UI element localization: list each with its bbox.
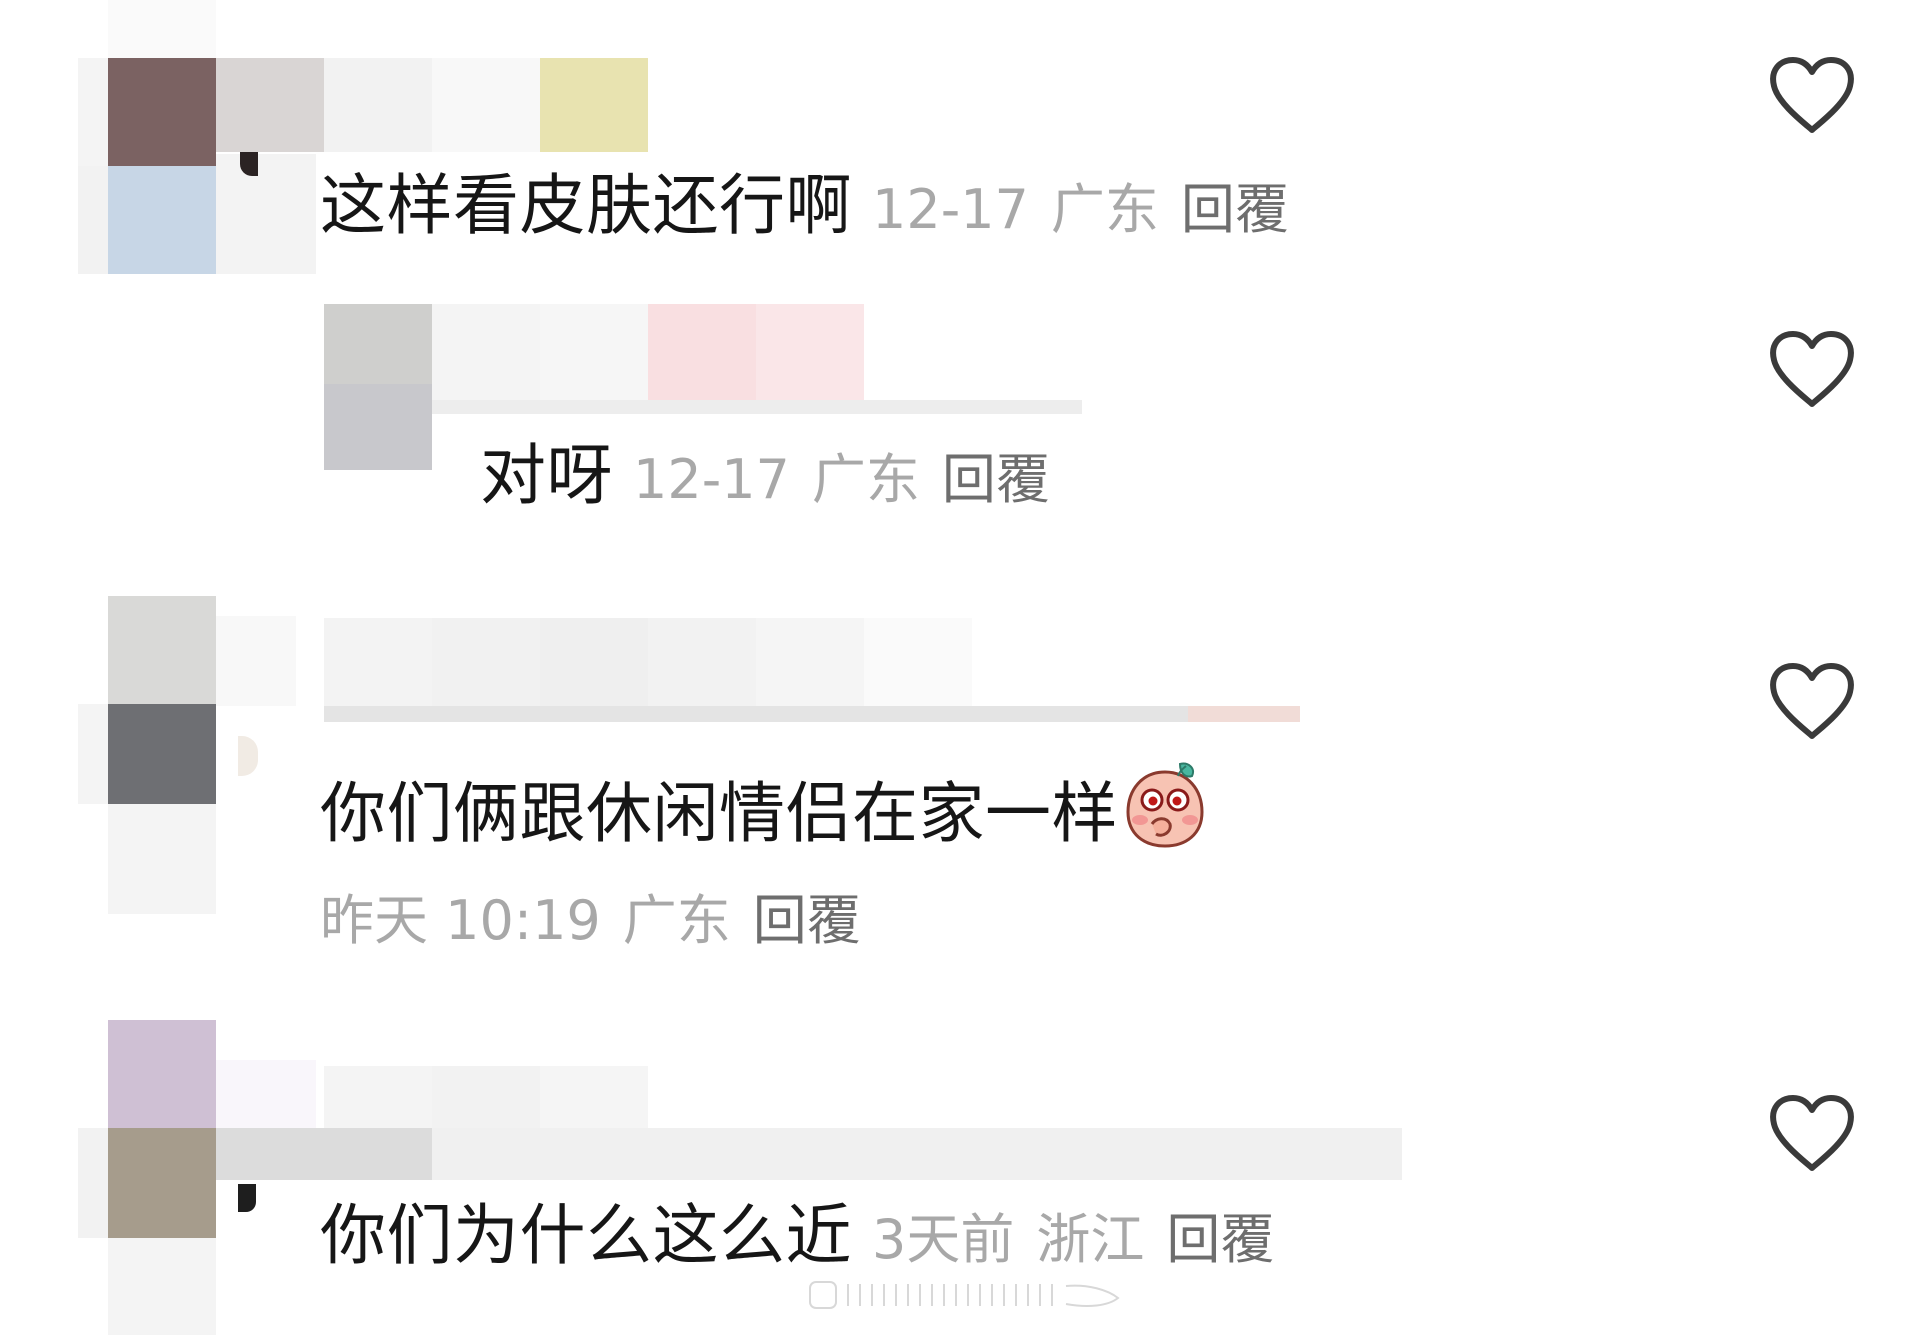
- like-heart-icon[interactable]: [1768, 56, 1856, 136]
- comment-text-row: 你们俩跟休闲情侣在家一样: [320, 760, 1208, 854]
- watermark-graphic: [808, 1276, 1128, 1314]
- comment-date: 12-17: [633, 448, 790, 511]
- comment-meta: 昨天 10:19 广东 回覆: [320, 886, 861, 956]
- pixelated-username[interactable]: [324, 618, 1304, 722]
- pixelated-username[interactable]: [432, 304, 1082, 414]
- comment-text: 你们为什么这么近: [320, 1197, 852, 1274]
- pixelated-username[interactable]: [216, 1066, 1406, 1182]
- reply-button[interactable]: 回覆: [1181, 178, 1289, 241]
- comment-date: 3天前: [872, 1208, 1015, 1271]
- like-heart-icon[interactable]: [1768, 330, 1856, 410]
- comment-location: 浙江: [1036, 1208, 1145, 1271]
- avatar-edge: [240, 152, 258, 176]
- reply-comment-item[interactable]: 对呀 12-17 广东 回覆: [0, 290, 1920, 530]
- pixelated-avatar[interactable]: [324, 304, 444, 474]
- comment-text-row: 这样看皮肤还行啊 12-17 广东 回覆: [320, 166, 1289, 250]
- reply-button[interactable]: 回覆: [942, 448, 1050, 511]
- like-heart-icon[interactable]: [1768, 1094, 1856, 1174]
- avatar-edge: [238, 1184, 256, 1212]
- comment-meta: 3天前 浙江 回覆: [872, 1208, 1274, 1271]
- pixelated-username[interactable]: [216, 58, 656, 152]
- comment-text: 这样看皮肤还行啊: [320, 167, 852, 244]
- like-heart-icon[interactable]: [1768, 662, 1856, 742]
- comment-item[interactable]: 这样看皮肤还行啊 12-17 广东 回覆: [0, 0, 1920, 274]
- comment-date: 昨天 10:19: [320, 889, 601, 952]
- comment-text: 你们俩跟休闲情侣在家一样: [320, 775, 1118, 852]
- comment-location: 广东: [811, 448, 920, 511]
- comment-text: 对呀: [480, 437, 613, 514]
- comment-item[interactable]: 你们俩跟休闲情侣在家一样 昨天 10:19 广东 回覆: [0, 590, 1920, 952]
- comment-date: 12-17: [872, 178, 1029, 241]
- comment-text-row: 对呀 12-17 广东 回覆: [480, 436, 1050, 520]
- comment-location: 广东: [622, 889, 731, 952]
- comment-meta: 12-17 广东 回覆: [872, 178, 1289, 241]
- comment-location: 广东: [1050, 178, 1159, 241]
- blushing-peach-emoji-icon: [1122, 760, 1208, 850]
- comment-text-row: 你们为什么这么近 3天前 浙江 回覆: [320, 1196, 1274, 1280]
- reply-button[interactable]: 回覆: [1166, 1208, 1274, 1271]
- comment-meta: 12-17 广东 回覆: [633, 448, 1050, 511]
- reply-button[interactable]: 回覆: [753, 889, 861, 952]
